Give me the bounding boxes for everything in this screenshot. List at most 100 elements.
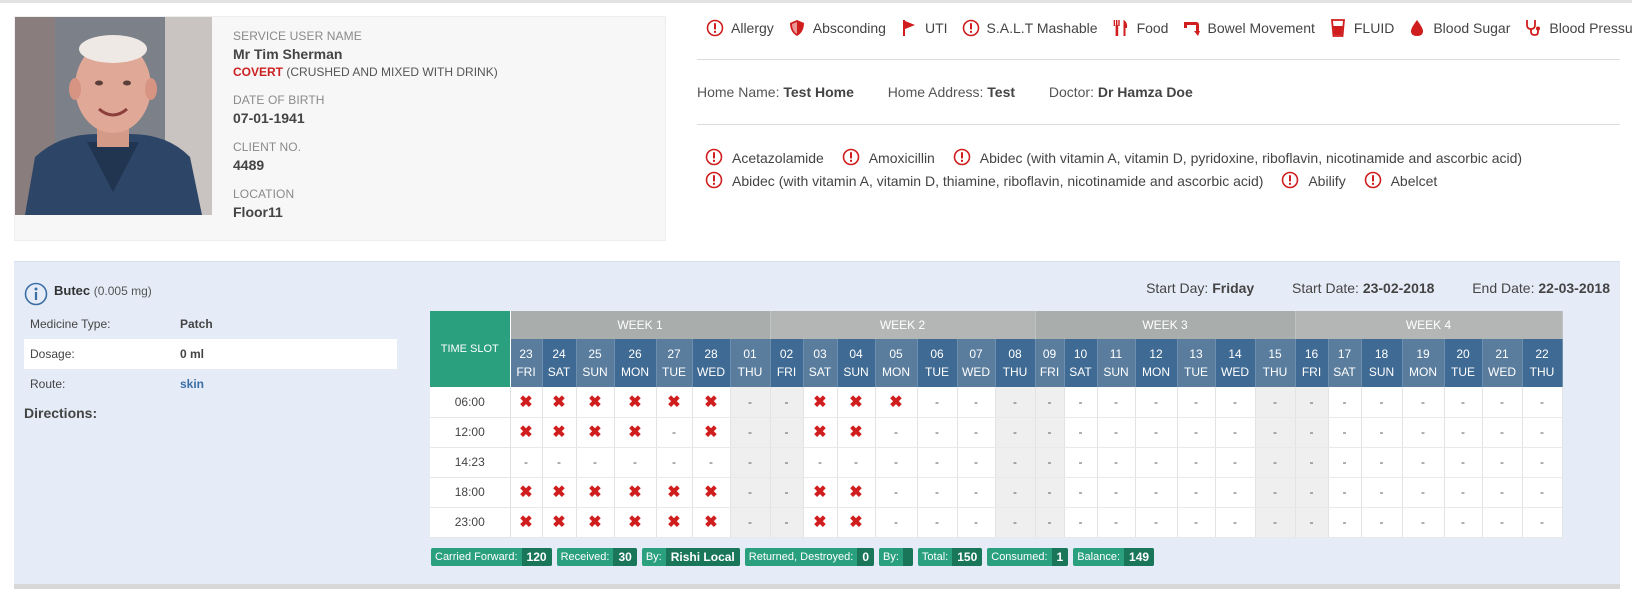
info-icon[interactable]: [24, 282, 48, 306]
empty-dose-cell[interactable]: -: [1255, 387, 1296, 418]
empty-dose-cell[interactable]: -: [917, 447, 958, 478]
empty-dose-cell[interactable]: -: [1064, 447, 1098, 478]
missed-dose-cell[interactable]: ✖: [803, 387, 838, 418]
empty-dose-cell[interactable]: -: [1035, 387, 1065, 418]
empty-dose-cell[interactable]: -: [1361, 417, 1403, 448]
empty-dose-cell[interactable]: -: [1295, 447, 1329, 478]
empty-dose-cell[interactable]: -: [730, 447, 771, 478]
missed-dose-cell[interactable]: ✖: [656, 477, 693, 508]
empty-dose-cell[interactable]: -: [1482, 387, 1523, 418]
missed-dose-cell[interactable]: ✖: [692, 387, 731, 418]
empty-dose-cell[interactable]: -: [1135, 417, 1178, 448]
empty-dose-cell[interactable]: -: [1215, 447, 1256, 478]
missed-dose-cell[interactable]: ✖: [510, 507, 543, 538]
missed-dose-cell[interactable]: ✖: [656, 387, 693, 418]
empty-dose-cell[interactable]: -: [957, 507, 996, 538]
empty-dose-cell[interactable]: -: [1328, 507, 1362, 538]
empty-dose-cell[interactable]: -: [1064, 477, 1098, 508]
empty-dose-cell[interactable]: -: [770, 417, 804, 448]
empty-dose-cell[interactable]: -: [1177, 477, 1216, 508]
missed-dose-cell[interactable]: ✖: [614, 507, 657, 538]
empty-dose-cell[interactable]: -: [1444, 447, 1483, 478]
empty-dose-cell[interactable]: -: [1444, 417, 1483, 448]
missed-dose-cell[interactable]: ✖: [510, 477, 543, 508]
missed-dose-cell[interactable]: ✖: [656, 507, 693, 538]
empty-dose-cell[interactable]: -: [1097, 447, 1136, 478]
empty-dose-cell[interactable]: -: [1482, 417, 1523, 448]
alert-uti[interactable]: UTI: [899, 18, 948, 38]
empty-dose-cell[interactable]: -: [1255, 477, 1296, 508]
empty-dose-cell[interactable]: -: [1215, 477, 1256, 508]
empty-dose-cell[interactable]: -: [1135, 507, 1178, 538]
empty-dose-cell[interactable]: -: [957, 417, 996, 448]
empty-dose-cell[interactable]: -: [1402, 447, 1445, 478]
empty-dose-cell[interactable]: -: [803, 447, 838, 478]
empty-dose-cell[interactable]: -: [1444, 477, 1483, 508]
empty-dose-cell[interactable]: -: [1097, 507, 1136, 538]
empty-dose-cell[interactable]: -: [1328, 387, 1362, 418]
empty-dose-cell[interactable]: -: [770, 447, 804, 478]
missed-dose-cell[interactable]: ✖: [837, 417, 876, 448]
missed-dose-cell[interactable]: ✖: [542, 477, 577, 508]
missed-dose-cell[interactable]: ✖: [692, 477, 731, 508]
route-value[interactable]: skin: [180, 377, 204, 391]
empty-dose-cell[interactable]: -: [1402, 387, 1445, 418]
empty-dose-cell[interactable]: -: [1215, 507, 1256, 538]
empty-dose-cell[interactable]: -: [1135, 387, 1178, 418]
empty-dose-cell[interactable]: -: [957, 387, 996, 418]
alert-absconding[interactable]: Absconding: [787, 18, 886, 38]
missed-dose-cell[interactable]: ✖: [576, 507, 615, 538]
empty-dose-cell[interactable]: -: [995, 447, 1036, 478]
empty-dose-cell[interactable]: -: [957, 477, 996, 508]
empty-dose-cell[interactable]: -: [917, 387, 958, 418]
empty-dose-cell[interactable]: -: [510, 447, 543, 478]
missed-dose-cell[interactable]: ✖: [803, 477, 838, 508]
empty-dose-cell[interactable]: -: [1035, 507, 1065, 538]
empty-dose-cell[interactable]: -: [1522, 507, 1563, 538]
empty-dose-cell[interactable]: -: [1522, 417, 1563, 448]
empty-dose-cell[interactable]: -: [1482, 447, 1523, 478]
empty-dose-cell[interactable]: -: [917, 477, 958, 508]
empty-dose-cell[interactable]: -: [1522, 477, 1563, 508]
empty-dose-cell[interactable]: -: [917, 417, 958, 448]
alert-food[interactable]: Food: [1111, 18, 1168, 38]
empty-dose-cell[interactable]: -: [1482, 477, 1523, 508]
empty-dose-cell[interactable]: -: [1255, 417, 1296, 448]
empty-dose-cell[interactable]: -: [1255, 507, 1296, 538]
empty-dose-cell[interactable]: -: [837, 447, 876, 478]
empty-dose-cell[interactable]: -: [692, 447, 731, 478]
missed-dose-cell[interactable]: ✖: [803, 417, 838, 448]
empty-dose-cell[interactable]: -: [770, 477, 804, 508]
alert-blood-sugar[interactable]: Blood Sugar: [1407, 18, 1510, 38]
empty-dose-cell[interactable]: -: [875, 477, 918, 508]
missed-dose-cell[interactable]: ✖: [614, 387, 657, 418]
empty-dose-cell[interactable]: -: [1177, 447, 1216, 478]
empty-dose-cell[interactable]: -: [770, 507, 804, 538]
empty-dose-cell[interactable]: -: [614, 447, 657, 478]
empty-dose-cell[interactable]: -: [995, 417, 1036, 448]
empty-dose-cell[interactable]: -: [1035, 447, 1065, 478]
empty-dose-cell[interactable]: -: [875, 417, 918, 448]
alert-salt[interactable]: S.A.L.T Mashable: [961, 18, 1098, 38]
missed-dose-cell[interactable]: ✖: [510, 417, 543, 448]
empty-dose-cell[interactable]: -: [730, 477, 771, 508]
empty-dose-cell[interactable]: -: [1361, 507, 1403, 538]
empty-dose-cell[interactable]: -: [1444, 387, 1483, 418]
alert-bowel-movement[interactable]: Bowel Movement: [1181, 18, 1315, 38]
empty-dose-cell[interactable]: -: [1522, 447, 1563, 478]
empty-dose-cell[interactable]: -: [1215, 417, 1256, 448]
missed-dose-cell[interactable]: ✖: [614, 417, 657, 448]
empty-dose-cell[interactable]: -: [1444, 507, 1483, 538]
missed-dose-cell[interactable]: ✖: [542, 417, 577, 448]
empty-dose-cell[interactable]: -: [1097, 387, 1136, 418]
empty-dose-cell[interactable]: -: [1295, 387, 1329, 418]
empty-dose-cell[interactable]: -: [1255, 447, 1296, 478]
empty-dose-cell[interactable]: -: [1295, 507, 1329, 538]
missed-dose-cell[interactable]: ✖: [576, 387, 615, 418]
empty-dose-cell[interactable]: -: [1361, 387, 1403, 418]
empty-dose-cell[interactable]: -: [1064, 507, 1098, 538]
empty-dose-cell[interactable]: -: [730, 387, 771, 418]
empty-dose-cell[interactable]: -: [1215, 387, 1256, 418]
empty-dose-cell[interactable]: -: [576, 447, 615, 478]
empty-dose-cell[interactable]: -: [875, 447, 918, 478]
